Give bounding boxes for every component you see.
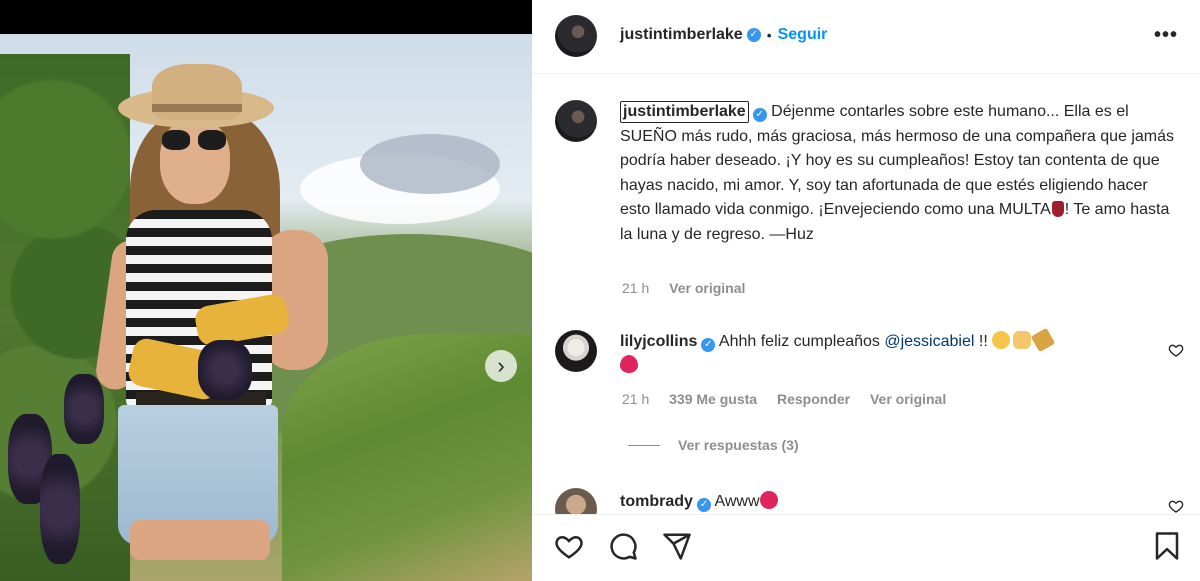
comment: tombrady ✓ Awww [620, 490, 781, 514]
comment-username[interactable]: tombrady [620, 493, 693, 510]
comment-text: Awww [714, 493, 760, 510]
heart-icon[interactable] [554, 531, 584, 561]
comment-avatar[interactable] [555, 488, 597, 514]
post-media[interactable]: › [0, 0, 532, 581]
verified-badge-icon: ✓ [696, 498, 711, 512]
header-username[interactable]: justintimberlake [620, 26, 743, 44]
person [0, 34, 532, 581]
action-bar [532, 514, 1200, 581]
comment: lilyjcollins ✓ Ahhh feliz cumpleaños @jes… [620, 327, 1140, 378]
mention-link[interactable]: @jessicabiel [884, 333, 974, 350]
post-photo: › [0, 34, 532, 581]
post-header: justintimberlake ✓ • Seguir ••• [532, 0, 1200, 74]
separator-dot: • [766, 27, 772, 43]
more-options-icon[interactable]: ••• [1154, 24, 1178, 47]
comment-likes[interactable]: 339 Me gusta [669, 391, 757, 407]
verified-badge-icon: ✓ [746, 28, 761, 42]
comment-avatar[interactable] [555, 330, 597, 372]
comment-clip: tombrady ✓ Awww [532, 486, 1200, 514]
follow-button[interactable]: Seguir [778, 26, 828, 44]
comment-time[interactable]: 21 h [622, 391, 649, 407]
caption-username[interactable]: justintimberlake [620, 101, 749, 123]
comment-icon[interactable] [608, 531, 638, 561]
media-top-bar [0, 0, 532, 34]
chevron-right-icon: › [497, 353, 505, 378]
avatar[interactable] [555, 15, 597, 57]
caption-time[interactable]: 21 h [622, 280, 649, 296]
like-comment-heart-icon[interactable] [1168, 342, 1184, 358]
header-user-row: justintimberlake ✓ • Seguir [620, 26, 827, 44]
legs [130, 520, 270, 560]
raising-hands-icon [1013, 331, 1032, 349]
share-icon[interactable] [662, 531, 692, 561]
grape-bunch [198, 340, 252, 400]
verified-badge-icon: ✓ [701, 338, 716, 352]
verified-badge-icon: ✓ [752, 108, 767, 122]
comment-text: Ahhh feliz cumpleaños [718, 333, 880, 350]
view-replies-button[interactable]: Ver respuestas (3) [628, 437, 799, 453]
heart-emoji-icon [759, 491, 778, 509]
reply-button[interactable]: Responder [777, 391, 850, 407]
divider [628, 444, 660, 446]
caption-meta: 21 h Ver original [622, 280, 761, 296]
post-side-panel: justintimberlake ✓ • Seguir ••• justinti… [532, 0, 1200, 581]
next-photo-button[interactable]: › [485, 350, 517, 382]
like-comment-heart-icon[interactable] [1168, 498, 1184, 514]
comment-username[interactable]: lilyjcollins [620, 333, 697, 350]
sunglasses [162, 130, 228, 152]
see-original-button[interactable]: Ver original [870, 391, 946, 407]
comment-meta: 21 h 339 Me gusta Responder Ver original [622, 391, 962, 407]
heart-emoji-icon [620, 355, 638, 373]
see-original-button[interactable]: Ver original [669, 280, 745, 296]
bookmark-icon[interactable] [1152, 531, 1182, 561]
caption: justintimberlake ✓ Déjenme contarles sobr… [620, 100, 1180, 247]
view-replies-label: Ver respuestas (3) [678, 437, 799, 453]
smiling-face-with-hearts-icon [992, 331, 1011, 349]
party-popper-icon [1030, 327, 1056, 353]
wine-glass-icon [1051, 201, 1064, 217]
hat-band [152, 104, 242, 112]
comment-suffix: !! [978, 333, 988, 350]
caption-avatar[interactable] [555, 100, 597, 142]
